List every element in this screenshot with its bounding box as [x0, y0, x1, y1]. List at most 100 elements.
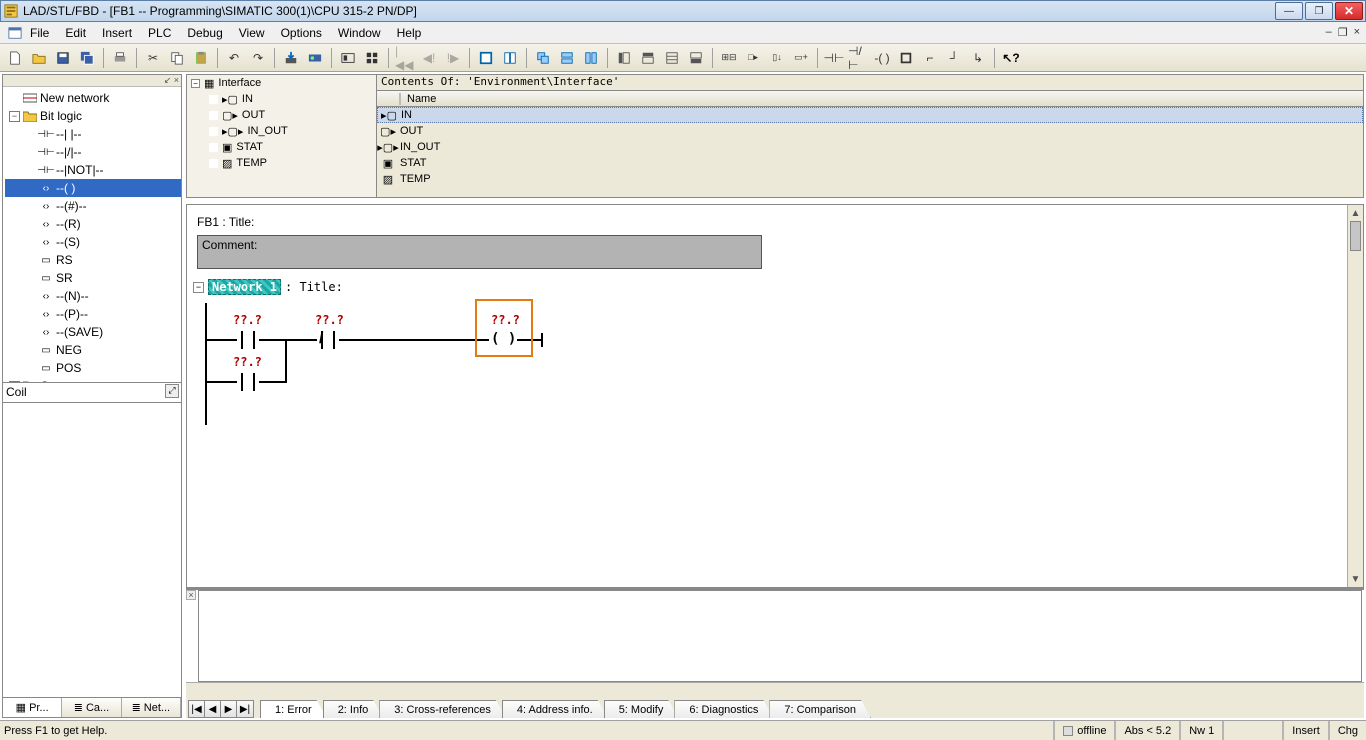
iface-row-inout[interactable]: ▸▢▸IN_OUT [377, 139, 1363, 155]
redo-button[interactable]: ↷ [247, 47, 269, 69]
print-button[interactable] [109, 47, 131, 69]
output-tab-diag[interactable]: 6: Diagnostics [674, 700, 773, 718]
tab-program[interactable]: ▦Pr... [3, 698, 62, 717]
ladder-network[interactable]: ??.? / ??.? ( ) ??.? ??.? [199, 309, 759, 419]
maximize-button[interactable]: ❐ [1305, 2, 1333, 20]
tree-item-no-contact[interactable]: ⊣⊢--| |-- [5, 125, 181, 143]
menu-window[interactable]: Window [330, 24, 389, 42]
block-comment[interactable]: Comment: [197, 235, 762, 269]
goto-prev-button[interactable]: ◀! [418, 47, 440, 69]
open-button[interactable] [28, 47, 50, 69]
network-label[interactable]: Network 1 [208, 279, 281, 295]
tree-item-save[interactable]: ‹›--(SAVE) [5, 323, 181, 341]
insert-network-button[interactable]: ⊞⊟ [718, 47, 740, 69]
scroll-down-icon[interactable]: ▼ [1348, 571, 1363, 587]
tree-item-rs[interactable]: ▭RS [5, 251, 181, 269]
iface-row-stat[interactable]: ▣STAT [377, 155, 1363, 171]
output-tab-compare[interactable]: 7: Comparison [769, 700, 871, 718]
block-title[interactable]: FB1 : Title: [197, 215, 1337, 229]
iface-in[interactable]: ▸▢IN [187, 91, 376, 107]
monitor-toggle-button[interactable] [337, 47, 359, 69]
branch-close-button[interactable]: ┘ [943, 47, 965, 69]
tile-v-button[interactable] [580, 47, 602, 69]
tree-item-n-edge[interactable]: ‹›--(N)-- [5, 287, 181, 305]
output-tab-modify[interactable]: 5: Modify [604, 700, 679, 718]
goto-start-button[interactable]: |◀◀ [394, 47, 416, 69]
collapse-icon[interactable]: − [9, 111, 20, 122]
col-name[interactable]: Name [399, 93, 436, 105]
goto-next-button[interactable]: !▶ [442, 47, 464, 69]
operand-2[interactable]: ??.? [315, 313, 344, 327]
nav-prev-icon[interactable]: ◀ [205, 701, 221, 717]
tree-item-nc-contact[interactable]: ⊣⊢--|/|-- [5, 143, 181, 161]
close-button[interactable]: ✕ [1335, 2, 1363, 20]
iface-temp[interactable]: ▨TEMP [187, 155, 376, 171]
menu-insert[interactable]: Insert [94, 24, 140, 42]
menu-help[interactable]: Help [389, 24, 430, 42]
output-tab-xref[interactable]: 3: Cross-references [379, 700, 506, 718]
cascade-button[interactable] [532, 47, 554, 69]
insert-col-button[interactable]: ▯↓ [766, 47, 788, 69]
save-all-button[interactable] [76, 47, 98, 69]
block-view-button[interactable] [361, 47, 383, 69]
tree-bitlogic[interactable]: − Bit logic [5, 107, 181, 125]
tab-network[interactable]: ≣Net... [122, 698, 181, 717]
collapse-icon[interactable]: − [191, 79, 200, 88]
undo-button[interactable]: ↶ [223, 47, 245, 69]
nav-next-icon[interactable]: ▶ [221, 701, 237, 717]
window-single-button[interactable] [475, 47, 497, 69]
tree-item-set[interactable]: ‹›--(S) [5, 233, 181, 251]
nav-last-icon[interactable]: ▶| [237, 701, 253, 717]
network-title[interactable]: : Title: [285, 280, 343, 294]
toggle-output-button[interactable] [685, 47, 707, 69]
tab-call[interactable]: ≣Ca... [62, 698, 121, 717]
tree-item-sr[interactable]: ▭SR [5, 269, 181, 287]
box-button[interactable] [895, 47, 917, 69]
minimize-button[interactable]: — [1275, 2, 1303, 20]
online-button[interactable] [304, 47, 326, 69]
operand-3[interactable]: ??.? [233, 355, 262, 369]
mdi-close-button[interactable]: × [1354, 26, 1360, 39]
paste-button[interactable] [190, 47, 212, 69]
tree-item-pos[interactable]: ▭POS [5, 359, 181, 377]
save-button[interactable] [52, 47, 74, 69]
network-collapse-icon[interactable]: − [193, 282, 204, 293]
tree-new-network[interactable]: New network [5, 89, 181, 107]
insert-row-button[interactable]: □▸ [742, 47, 764, 69]
branch-open-button[interactable]: ⌐ [919, 47, 941, 69]
ladder-editor[interactable]: FB1 : Title: Comment: − Network 1 : Titl… [187, 205, 1347, 587]
iface-stat[interactable]: ▣STAT [187, 139, 376, 155]
output-tab-error[interactable]: 1: Error [260, 700, 327, 718]
menu-view[interactable]: View [231, 24, 273, 42]
catalog-info-input[interactable] [6, 385, 178, 399]
iface-row-temp[interactable]: ▨TEMP [377, 171, 1363, 187]
iface-root[interactable]: −▦Interface [187, 75, 376, 91]
download-button[interactable] [280, 47, 302, 69]
coil-button[interactable]: -( ) [871, 47, 893, 69]
nav-first-icon[interactable]: |◀ [189, 701, 205, 717]
iface-inout[interactable]: ▸▢▸IN_OUT [187, 123, 376, 139]
tree-item-neg[interactable]: ▭NEG [5, 341, 181, 359]
cut-button[interactable]: ✂ [142, 47, 164, 69]
mdi-restore-button[interactable]: ❐ [1338, 26, 1348, 39]
copy-button[interactable] [166, 47, 188, 69]
editor-vscrollbar[interactable]: ▲ ▼ [1347, 205, 1363, 587]
scroll-up-icon[interactable]: ▲ [1348, 205, 1363, 221]
interface-tree[interactable]: −▦Interface ▸▢IN ▢▸OUT ▸▢▸IN_OUT ▣STAT ▨… [187, 75, 377, 197]
iface-row-in[interactable]: ▸▢IN [377, 107, 1363, 123]
network-header[interactable]: − Network 1 : Title: [193, 279, 1337, 295]
output-tab-address[interactable]: 4: Address info. [502, 700, 608, 718]
tree-item-not[interactable]: ⊣⊢--|NOT|-- [5, 161, 181, 179]
menu-file[interactable]: File [22, 24, 57, 42]
mdi-system-icon[interactable] [8, 26, 22, 40]
tile-h-button[interactable] [556, 47, 578, 69]
iface-out[interactable]: ▢▸OUT [187, 107, 376, 123]
toggle-overview-button[interactable] [661, 47, 683, 69]
toggle-details-button[interactable] [637, 47, 659, 69]
tree-item-hash[interactable]: ‹›--(#)-- [5, 197, 181, 215]
tree-item-reset[interactable]: ‹›--(R) [5, 215, 181, 233]
tree-item-coil[interactable]: ‹›--( ) [5, 179, 181, 197]
new-button[interactable] [4, 47, 26, 69]
catalog-close-icon[interactable]: ↙ × [164, 75, 179, 86]
nc-contact-button[interactable]: ⊣/⊢ [847, 47, 869, 69]
